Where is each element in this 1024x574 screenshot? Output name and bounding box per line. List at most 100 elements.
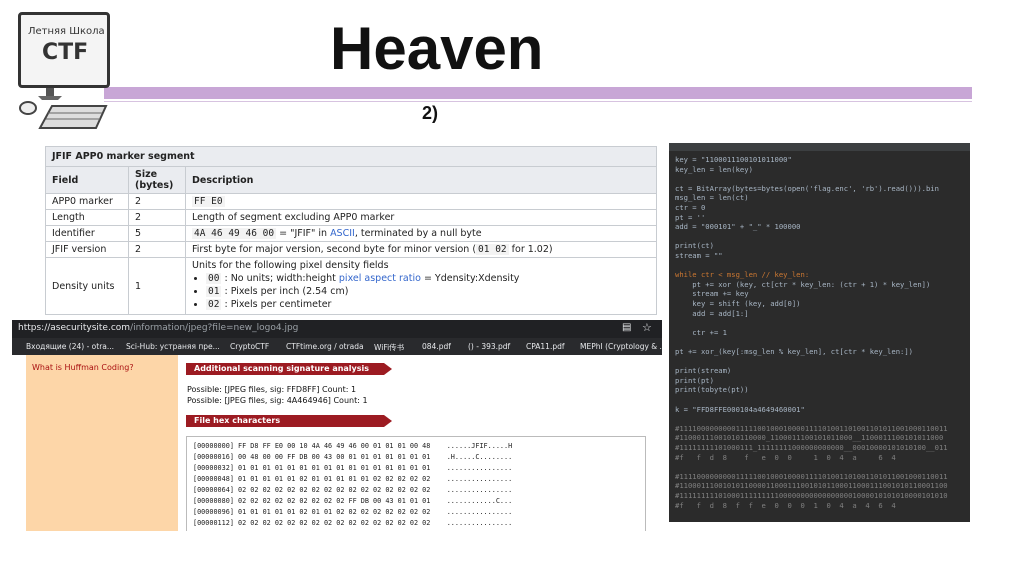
- col-header-field: Field: [45, 166, 129, 194]
- bookmark-scihub[interactable]: Sci-Hub: устраняя пре...: [116, 342, 220, 351]
- cell-size: 2: [128, 209, 186, 226]
- code-line: #110001110010101100001100011100101011000…: [675, 481, 948, 491]
- code-line: print(tobyte(pt)): [675, 385, 749, 395]
- code-line: #111100000000011111001000100001111010011…: [675, 423, 948, 433]
- url-text[interactable]: https://asecuritysite.com/information/jp…: [18, 323, 298, 333]
- huffman-link[interactable]: What is Huffman Coding?: [32, 363, 134, 372]
- code-value: FF E0: [192, 196, 225, 207]
- hex-row: [00000080] 02 02 02 02 02 02 02 02 02 FF…: [193, 497, 513, 505]
- desc-text: : No units; width:height: [221, 273, 339, 284]
- bookmark-wifi[interactable]: WiFi传书: [364, 342, 404, 353]
- ascii-link[interactable]: ASCII: [330, 228, 355, 239]
- bookmarks-bar: Входящие (24) - otra... Sci-Hub: устраня…: [12, 338, 662, 355]
- desc-text: : Pixels per inch (2.54 cm): [221, 286, 349, 297]
- cell-description: First byte for major version, second byt…: [185, 241, 657, 258]
- browser-screenshot: https://asecuritysite.com/information/jp…: [12, 320, 662, 531]
- bookmark-label: MEPhI (Cryptology & ...: [580, 342, 662, 351]
- code-editor[interactable]: key = "1100011100101011000" key_len = len…: [669, 143, 970, 522]
- bookmark-cryptoctf[interactable]: CryptoCTF: [220, 342, 269, 351]
- url-host: https://asecuritysite.com: [18, 323, 131, 333]
- bookmark-label: CPA11.pdf: [526, 342, 565, 351]
- code-line: #f f d 8 f e 0 0 1 0 4 a 6 4: [675, 452, 896, 462]
- code-line: msg_len = len(ct): [675, 193, 749, 203]
- bookmark-mephi[interactable]: MEPhI (Cryptology & ...: [570, 342, 662, 351]
- cell-size: 2: [128, 193, 186, 210]
- code-value: 4A 46 49 46 00: [192, 228, 277, 239]
- ctftime-icon: [276, 343, 283, 350]
- site-icon: [220, 343, 227, 350]
- code-line: while ctr < msg_len // key_len:: [675, 270, 810, 280]
- bookmark-inbox[interactable]: Входящие (24) - otra...: [16, 342, 114, 351]
- cell-field: Length: [45, 209, 129, 226]
- table-row: APP0 marker 2 FF E0: [45, 193, 657, 210]
- address-bar[interactable]: https://asecuritysite.com/information/jp…: [12, 320, 662, 338]
- mephi-icon: [570, 343, 577, 350]
- title-underline-line: [104, 101, 972, 102]
- list-item: 01 : Pixels per inch (2.54 cm): [206, 286, 650, 297]
- pdf-icon: [412, 343, 419, 350]
- density-list: 00 : No units; width:height pixel aspect…: [192, 273, 650, 310]
- bookmark-label: Sci-Hub: устраняя пре...: [126, 342, 220, 351]
- code-line: #11000111001010110000_110001110010101100…: [675, 433, 944, 443]
- pdf-icon: [458, 343, 465, 350]
- bookmark-084pdf[interactable]: 084.pdf: [412, 342, 451, 351]
- editor-tab-bar[interactable]: [669, 143, 970, 151]
- col-header-size: Size (bytes): [128, 166, 186, 194]
- code-line: pt = '': [675, 212, 706, 222]
- code-value: 01: [206, 286, 222, 297]
- code-line: key = "1100011100101011000": [675, 155, 792, 164]
- possible-line-2: Possible: [JPEG files, sig: 4A464946] Co…: [187, 396, 368, 405]
- reader-mode-icon[interactable]: ▤: [622, 322, 631, 333]
- hex-row: [00000032] 01 01 01 01 01 01 01 01 01 01…: [193, 464, 513, 472]
- bookmark-label: WiFi传书: [374, 343, 405, 352]
- bookmark-label: CTFtime.org / otrada: [286, 342, 364, 351]
- code-line: #11111111101000111_11111111000000000000_…: [675, 443, 948, 452]
- list-item: 02 : Pixels per centimeter: [206, 299, 650, 310]
- bookmark-393pdf[interactable]: () - 393.pdf: [458, 342, 510, 351]
- desc-text: = Ydensity:Xdensity: [420, 273, 520, 284]
- code-line: print(pt): [675, 375, 714, 385]
- left-sidebar: What is Huffman Coding?: [26, 355, 178, 531]
- hex-row: [00000048] 01 01 01 01 01 02 01 01 01 01…: [193, 475, 513, 483]
- desc-text: , terminated by a null byte: [354, 228, 482, 239]
- bookmark-ctftime[interactable]: CTFtime.org / otrada: [276, 342, 364, 351]
- cell-description: 4A 46 49 46 00 = "JFIF" in ASCII, termin…: [185, 225, 657, 242]
- code-line: print(ct): [675, 241, 714, 251]
- cell-field: APP0 marker: [45, 193, 129, 210]
- cell-field: JFIF version: [45, 241, 129, 258]
- bookmark-cpa11[interactable]: CPA11.pdf: [516, 342, 565, 351]
- bookmark-label: 084.pdf: [422, 342, 451, 351]
- table-row: JFIF version 2 First byte for major vers…: [45, 241, 657, 258]
- desc-text: for 1.02): [508, 244, 553, 255]
- desc-text: Units for the following pixel density fi…: [192, 260, 389, 271]
- bookmark-label: Входящие (24) - otra...: [26, 342, 115, 351]
- desc-text: : Pixels per centimeter: [221, 299, 332, 310]
- cell-field: Density units: [45, 257, 129, 315]
- hex-dump-box: [00000000] FF D8 FF E0 00 10 4A 46 49 46…: [186, 436, 646, 531]
- code-line: pt += xor (key, ct[ctr * key_len: (ctr +…: [675, 279, 931, 289]
- code-line: pt += xor_(key[:msg_len % key_len], ct[c…: [675, 347, 913, 356]
- scihub-icon: [116, 343, 123, 350]
- logo-line1: Летняя Школа: [28, 26, 105, 37]
- cell-size: 2: [128, 241, 186, 258]
- hex-row: [00000016] 00 48 00 00 FF DB 00 43 00 01…: [193, 453, 513, 461]
- code-line: stream += key: [675, 289, 749, 299]
- slide-subtitle: 2): [422, 103, 439, 123]
- code-line: #111111111010001111111110000000000000000…: [675, 491, 948, 500]
- jfif-table-screenshot: JFIF APP0 marker segment Field Size (byt…: [45, 146, 657, 322]
- pixel-aspect-ratio-link[interactable]: pixel aspect ratio: [339, 273, 421, 284]
- hex-row: [00000064] 02 02 02 02 02 02 02 02 02 02…: [193, 486, 513, 494]
- hex-row: [00000096] 01 01 01 01 01 02 01 01 02 02…: [193, 508, 513, 516]
- code-line: add = "000101" + "_" * 100000: [675, 222, 801, 232]
- code-line: #111100000000011111001000100001111010011…: [675, 471, 948, 481]
- hex-row: [00000112] 02 02 02 02 02 02 02 02 02 02…: [193, 519, 513, 527]
- section-header-hex: File hex characters: [186, 415, 392, 427]
- bookmark-star-icon[interactable]: ☆: [642, 321, 652, 334]
- code-line: ct = BitArray(bytes=bytes(open('flag.enc…: [675, 183, 939, 193]
- url-path: /information/jpeg?file=new_logo4.jpg: [130, 323, 299, 333]
- wifi-icon: [364, 344, 371, 351]
- code-value: 00: [206, 273, 222, 284]
- mail-icon: [16, 343, 23, 350]
- code-line: ctr = 0: [675, 203, 706, 212]
- table-row: Density units 1 Units for the following …: [45, 257, 657, 315]
